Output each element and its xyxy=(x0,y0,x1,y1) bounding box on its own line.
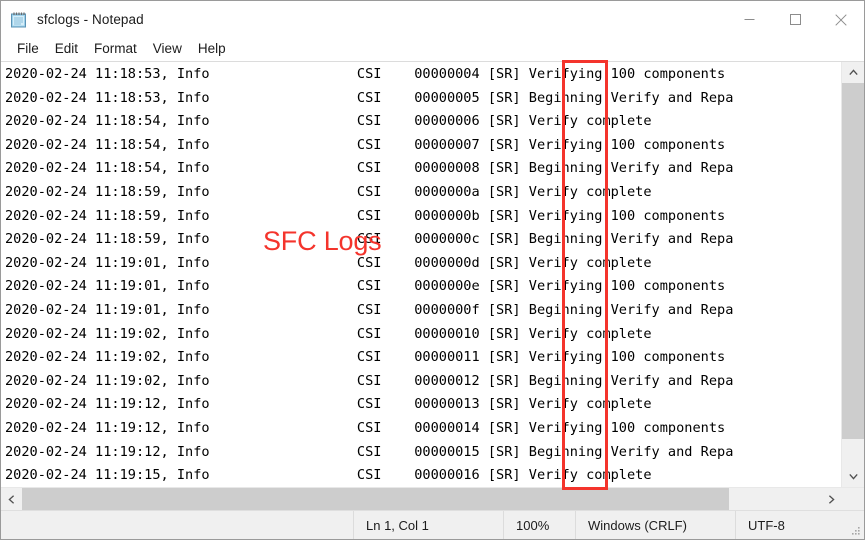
maximize-button[interactable] xyxy=(772,1,818,38)
menu-item-file[interactable]: File xyxy=(9,40,47,58)
log-line: 2020-02-24 11:19:01, Info CSI 0000000f [… xyxy=(5,299,841,323)
resize-grip-icon xyxy=(850,525,861,536)
menu-bar: File Edit Format View Help xyxy=(1,38,864,61)
minimize-button[interactable] xyxy=(726,1,772,38)
menu-item-edit[interactable]: Edit xyxy=(47,40,86,58)
log-line: 2020-02-24 11:18:59, Info CSI 0000000c [… xyxy=(5,228,841,252)
horizontal-scroll-thumb[interactable] xyxy=(22,488,729,510)
status-spacer xyxy=(1,511,354,539)
maximize-icon xyxy=(790,14,801,25)
log-line: 2020-02-24 11:19:15, Info CSI 00000016 [… xyxy=(5,464,841,487)
log-line: 2020-02-24 11:18:59, Info CSI 0000000a [… xyxy=(5,181,841,205)
menu-item-view[interactable]: View xyxy=(145,40,190,58)
resize-grip[interactable] xyxy=(846,511,864,539)
log-line: 2020-02-24 11:19:02, Info CSI 00000012 [… xyxy=(5,370,841,394)
log-line: 2020-02-24 11:19:01, Info CSI 0000000d [… xyxy=(5,252,841,276)
scroll-up-button[interactable] xyxy=(842,62,864,83)
chevron-down-icon xyxy=(849,473,858,480)
text-editor[interactable]: 2020-02-24 11:18:53, Info CSI 00000004 [… xyxy=(1,62,841,487)
chevron-up-icon xyxy=(849,69,858,76)
log-line: 2020-02-24 11:18:59, Info CSI 0000000b [… xyxy=(5,205,841,229)
status-bar: Ln 1, Col 1 100% Windows (CRLF) UTF-8 xyxy=(1,510,864,539)
log-line: 2020-02-24 11:18:54, Info CSI 00000007 [… xyxy=(5,134,841,158)
horizontal-scrollbar[interactable] xyxy=(1,487,864,510)
status-encoding: UTF-8 xyxy=(736,511,846,539)
close-button[interactable] xyxy=(818,1,864,38)
close-icon xyxy=(835,14,847,26)
log-line: 2020-02-24 11:18:53, Info CSI 00000004 [… xyxy=(5,63,841,87)
minimize-icon xyxy=(744,14,755,25)
status-cursor-position: Ln 1, Col 1 xyxy=(354,511,504,539)
scrollbar-corner xyxy=(842,488,864,510)
log-line: 2020-02-24 11:19:12, Info CSI 00000013 [… xyxy=(5,393,841,417)
title-bar[interactable]: sfclogs - Notepad xyxy=(1,1,864,38)
log-line: 2020-02-24 11:18:54, Info CSI 00000006 [… xyxy=(5,110,841,134)
log-line: 2020-02-24 11:19:12, Info CSI 00000015 [… xyxy=(5,441,841,465)
menu-item-help[interactable]: Help xyxy=(190,40,234,58)
status-zoom-level: 100% xyxy=(504,511,576,539)
log-line: 2020-02-24 11:19:01, Info CSI 0000000e [… xyxy=(5,275,841,299)
log-line: 2020-02-24 11:19:02, Info CSI 00000010 [… xyxy=(5,323,841,347)
scroll-left-button[interactable] xyxy=(1,488,22,510)
log-line: 2020-02-24 11:19:12, Info CSI 00000014 [… xyxy=(5,417,841,441)
log-line: 2020-02-24 11:18:54, Info CSI 00000008 [… xyxy=(5,157,841,181)
chevron-left-icon xyxy=(8,495,15,504)
scroll-down-button[interactable] xyxy=(842,466,864,487)
log-line: 2020-02-24 11:18:53, Info CSI 00000005 [… xyxy=(5,87,841,111)
vertical-scrollbar[interactable] xyxy=(841,62,864,487)
scroll-right-button[interactable] xyxy=(821,488,842,510)
window-controls xyxy=(726,1,864,38)
notepad-icon xyxy=(10,11,28,29)
vertical-scroll-thumb[interactable] xyxy=(842,83,864,439)
chevron-right-icon xyxy=(828,495,835,504)
vertical-scroll-track[interactable] xyxy=(842,83,864,466)
window-title: sfclogs - Notepad xyxy=(37,12,144,27)
log-line: 2020-02-24 11:19:02, Info CSI 00000011 [… xyxy=(5,346,841,370)
editor-region: 2020-02-24 11:18:53, Info CSI 00000004 [… xyxy=(1,61,864,487)
horizontal-scroll-track[interactable] xyxy=(22,488,821,510)
notepad-window: sfclogs - Notepad File Edit xyxy=(0,0,865,540)
status-line-ending: Windows (CRLF) xyxy=(576,511,736,539)
menu-item-format[interactable]: Format xyxy=(86,40,145,58)
